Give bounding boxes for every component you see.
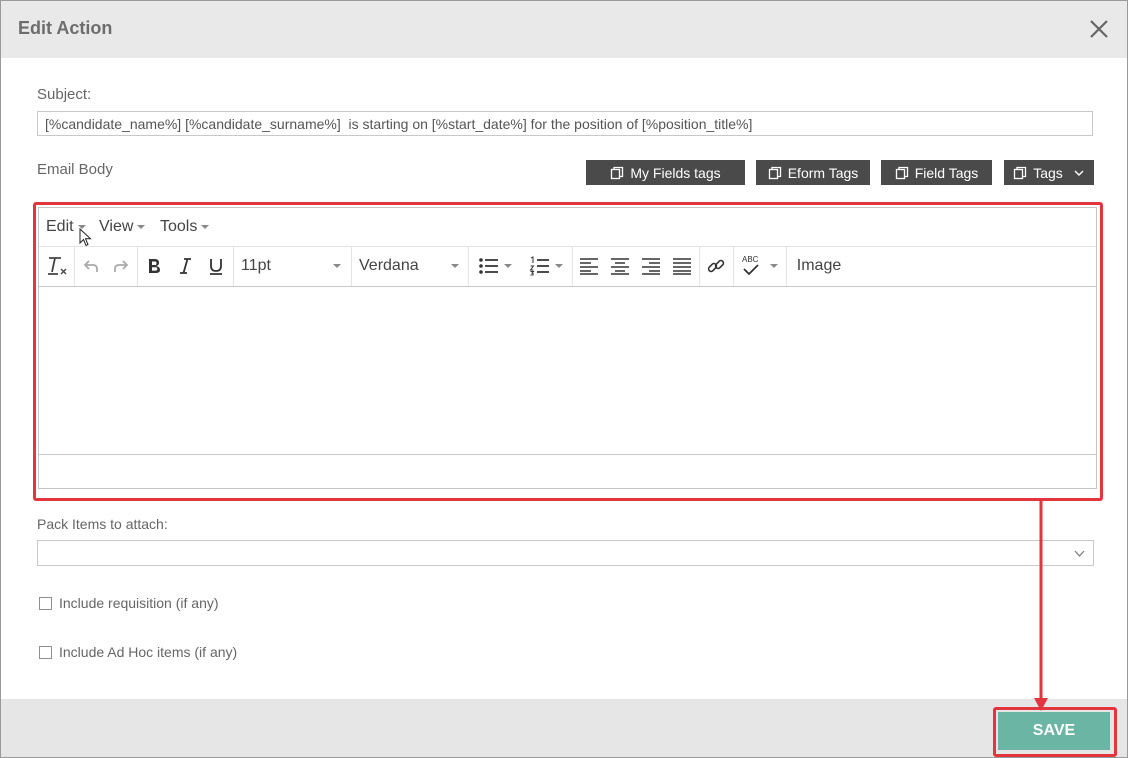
redo-button[interactable] xyxy=(108,253,134,279)
mouse-cursor-icon xyxy=(79,228,92,247)
align-left-icon xyxy=(580,258,598,275)
toolbar-separator xyxy=(699,247,700,286)
toolbar-separator xyxy=(572,247,573,286)
bullet-list-button[interactable] xyxy=(472,253,518,279)
menu-tools[interactable]: Tools xyxy=(160,218,210,236)
toolbar-separator xyxy=(351,247,352,286)
editor-menubar: Edit View Tools xyxy=(39,208,1096,247)
field-tags-label: Field Tags xyxy=(914,164,979,181)
caret-icon xyxy=(555,264,563,268)
eform-tags-button[interactable]: Eform Tags xyxy=(756,160,870,185)
include-adhoc-checkbox[interactable] xyxy=(39,646,52,659)
font-size-select[interactable]: 11pt xyxy=(237,253,345,279)
subject-label: Subject: xyxy=(37,86,92,103)
italic-button[interactable] xyxy=(172,253,198,279)
field-tags-button[interactable]: Field Tags xyxy=(881,160,992,185)
chevron-down-icon xyxy=(1074,550,1085,557)
tags-label: Tags xyxy=(1033,164,1063,181)
underline-icon xyxy=(210,259,222,275)
menu-view[interactable]: View xyxy=(99,218,146,236)
toolbar-separator xyxy=(233,247,234,286)
font-family-value: Verdana xyxy=(359,257,419,274)
menu-edit-label: Edit xyxy=(46,218,74,235)
spellcheck-button[interactable]: ABC xyxy=(737,253,781,279)
toolbar-separator xyxy=(468,247,469,286)
eform-tags-label: Eform Tags xyxy=(787,164,859,181)
spellcheck-icon: ABC xyxy=(740,255,762,277)
insert-image-button[interactable]: Image xyxy=(790,253,848,279)
dialog-footer xyxy=(1,699,1127,757)
save-button[interactable]: SAVE xyxy=(998,712,1110,750)
copy-icon xyxy=(768,166,781,179)
image-button-label: Image xyxy=(796,257,842,274)
editor-statusbar xyxy=(39,455,1096,488)
caret-icon xyxy=(137,224,146,229)
align-left-button[interactable] xyxy=(576,253,602,279)
caret-icon xyxy=(770,264,778,268)
align-right-icon xyxy=(642,258,660,275)
bold-button[interactable] xyxy=(141,253,167,279)
toolbar-separator xyxy=(733,247,734,286)
caret-icon xyxy=(451,264,459,268)
undo-button[interactable] xyxy=(78,253,104,279)
caret-icon xyxy=(201,224,210,229)
menu-tools-label: Tools xyxy=(160,218,198,235)
toolbar-separator xyxy=(137,247,138,286)
clear-formatting-icon xyxy=(48,257,67,275)
rich-text-editor: Edit View Tools 11pt Verdana ABC Image xyxy=(38,207,1097,489)
align-justify-button[interactable] xyxy=(669,253,695,279)
save-label: SAVE xyxy=(1032,722,1076,739)
undo-icon xyxy=(83,260,98,272)
bold-icon xyxy=(149,259,160,273)
insert-link-button[interactable] xyxy=(703,253,729,279)
tags-dropdown-button[interactable]: Tags xyxy=(1004,160,1094,185)
copy-icon xyxy=(1014,166,1027,179)
include-requisition-checkbox[interactable] xyxy=(39,597,52,610)
numbered-list-icon xyxy=(529,256,549,276)
caret-icon xyxy=(504,264,512,268)
align-center-icon xyxy=(611,258,629,275)
pack-items-select[interactable] xyxy=(37,540,1094,566)
redo-icon xyxy=(114,260,129,272)
font-family-select[interactable]: Verdana xyxy=(355,253,463,279)
align-justify-icon xyxy=(673,258,691,275)
italic-icon xyxy=(180,258,191,274)
edit-action-dialog: Edit Action Subject: Email Body My Field… xyxy=(0,0,1128,758)
my-fields-tags-label: My Fields tags xyxy=(630,164,721,181)
include-requisition-label: Include requisition (if any) xyxy=(59,595,219,611)
pack-items-label: Pack Items to attach: xyxy=(37,516,168,532)
copy-icon xyxy=(895,166,908,179)
include-adhoc-label: Include Ad Hoc items (if any) xyxy=(59,644,238,660)
dialog-title: Edit Action xyxy=(18,18,113,38)
clear-formatting-button[interactable] xyxy=(44,253,70,279)
toolbar-separator xyxy=(74,247,75,286)
close-icon[interactable] xyxy=(1087,17,1111,41)
editor-content-area[interactable] xyxy=(39,287,1096,455)
subject-input[interactable] xyxy=(37,111,1093,136)
link-icon xyxy=(707,259,725,273)
dialog-header: Edit Action xyxy=(1,1,1127,58)
my-fields-tags-button[interactable]: My Fields tags xyxy=(586,160,745,185)
email-body-label: Email Body xyxy=(37,161,113,178)
checkmark-icon xyxy=(743,264,759,276)
toolbar-separator xyxy=(786,247,787,286)
font-size-value: 11pt xyxy=(241,257,271,274)
caret-icon xyxy=(333,264,341,268)
bullet-list-icon xyxy=(479,258,498,274)
align-right-button[interactable] xyxy=(638,253,664,279)
align-center-button[interactable] xyxy=(607,253,633,279)
copy-icon xyxy=(611,166,624,179)
underline-button[interactable] xyxy=(203,253,229,279)
menu-view-label: View xyxy=(99,218,134,235)
chevron-down-icon xyxy=(1074,170,1084,176)
editor-toolbar: 11pt Verdana ABC Image xyxy=(39,247,1096,287)
numbered-list-button[interactable] xyxy=(523,253,569,279)
